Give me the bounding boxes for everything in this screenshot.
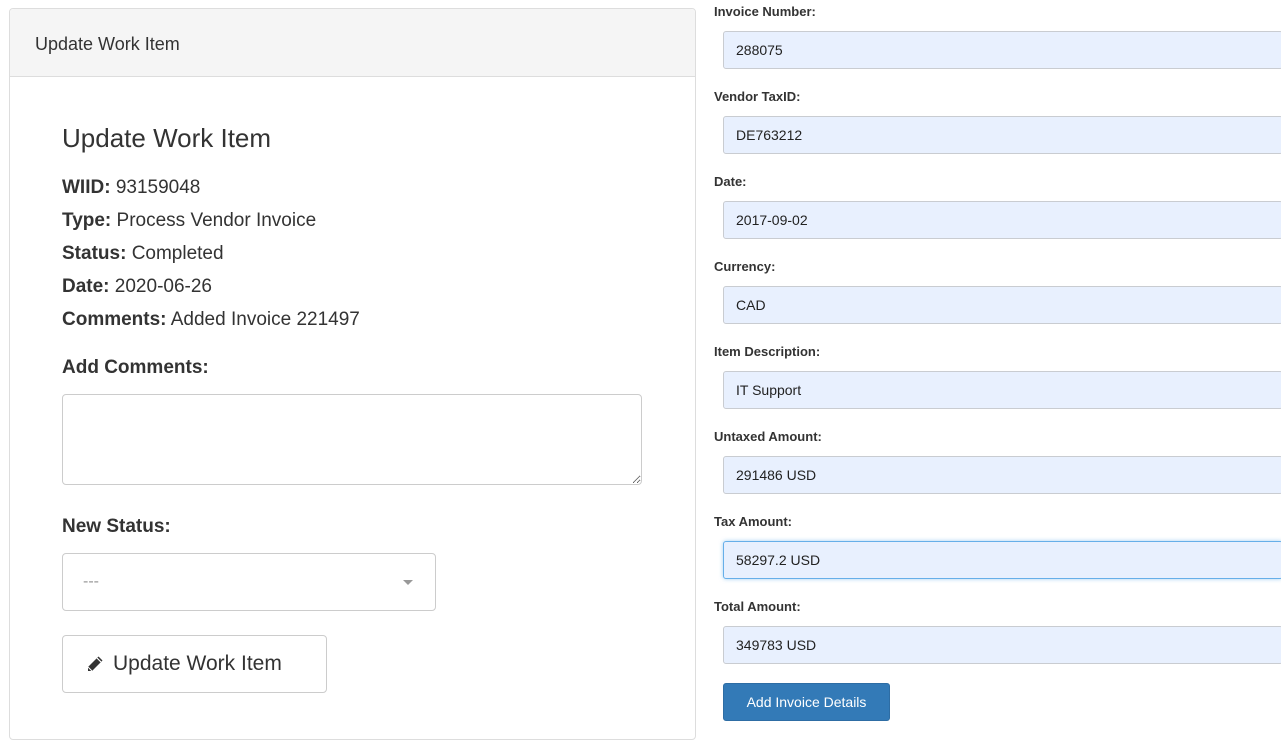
status-select-value: --- xyxy=(83,573,99,590)
status-line: Status: Completed xyxy=(62,237,695,270)
wiid-label: WIID: xyxy=(62,177,111,198)
total-amount-label: Total Amount: xyxy=(714,599,801,614)
tax-amount-label: Tax Amount: xyxy=(714,514,792,529)
tax-amount-input[interactable]: 58297.2 USD xyxy=(723,541,1281,579)
update-work-item-panel: Update Work Item Update Work Item WIID: … xyxy=(9,8,696,740)
date-label: Date: xyxy=(62,276,110,297)
new-status-label: New Status: xyxy=(62,516,171,537)
type-label: Type: xyxy=(62,210,112,231)
new-status-select[interactable]: --- xyxy=(62,553,436,611)
date-value: 2020-06-26 xyxy=(114,276,212,297)
panel-body: Update Work Item WIID: 93159048 Type: Pr… xyxy=(10,77,695,693)
vendor-taxid-label: Vendor TaxID: xyxy=(714,89,801,104)
untaxed-amount-input[interactable]: 291486 USD xyxy=(723,456,1281,494)
add-comments-textarea[interactable] xyxy=(62,394,642,485)
add-comments-label: Add Comments: xyxy=(62,357,209,378)
wiid-value: 93159048 xyxy=(115,177,201,198)
type-value: Process Vendor Invoice xyxy=(116,210,317,231)
pencil-icon xyxy=(85,654,105,674)
currency-input[interactable]: CAD xyxy=(723,286,1281,324)
item-description-input[interactable]: IT Support xyxy=(723,371,1281,409)
wiid-line: WIID: 93159048 xyxy=(62,171,695,204)
invoice-number-input[interactable]: 288075 xyxy=(723,31,1281,69)
date-input[interactable]: 2017-09-02 xyxy=(723,201,1281,239)
item-description-label: Item Description: xyxy=(714,344,821,359)
status-label: Status: xyxy=(62,243,127,264)
update-work-item-button-label: Update Work Item xyxy=(113,652,282,675)
date-line: Date: 2020-06-26 xyxy=(62,270,695,303)
update-work-item-button[interactable]: Update Work Item xyxy=(62,635,327,693)
date-field-label: Date: xyxy=(714,174,747,189)
vendor-taxid-input[interactable]: DE763212 xyxy=(723,116,1281,154)
comments-line: Comments: Added Invoice 221497 xyxy=(62,303,695,336)
currency-label: Currency: xyxy=(714,259,776,274)
status-value: Completed xyxy=(131,243,224,264)
panel-heading: Update Work Item xyxy=(10,9,695,77)
invoice-number-label: Invoice Number: xyxy=(714,4,816,19)
add-invoice-details-button[interactable]: Add Invoice Details xyxy=(723,683,890,721)
comments-value: Added Invoice 221497 xyxy=(170,309,360,330)
total-amount-input[interactable]: 349783 USD xyxy=(723,626,1281,664)
untaxed-amount-label: Untaxed Amount: xyxy=(714,429,822,444)
comments-label: Comments: xyxy=(62,309,167,330)
chevron-down-icon xyxy=(403,580,413,585)
work-item-title: Update Work Item xyxy=(62,123,272,153)
type-line: Type: Process Vendor Invoice xyxy=(62,204,695,237)
